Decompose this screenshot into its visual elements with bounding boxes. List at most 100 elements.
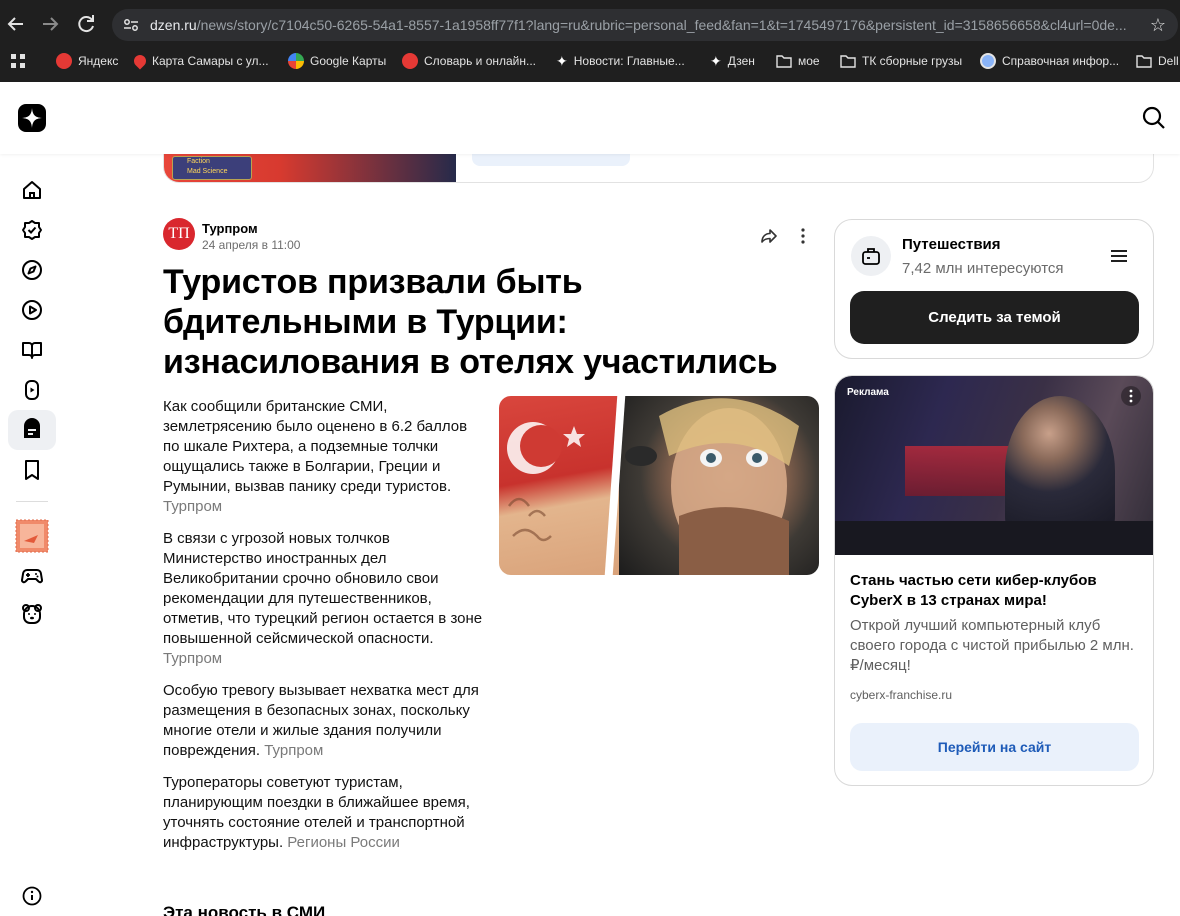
book-icon: [22, 342, 42, 359]
home-icon: [23, 181, 41, 199]
rail-home[interactable]: [8, 170, 56, 210]
frightened-woman-image: [619, 396, 819, 575]
check-badge-icon: [22, 220, 42, 240]
site-settings-icon[interactable]: [122, 16, 140, 34]
article-body: Как сообщили британские СМИ, землетрясен…: [163, 397, 483, 865]
reload-icon: [78, 15, 94, 33]
rail-bookmarks[interactable]: [8, 450, 56, 490]
ad-image-table: [835, 521, 1153, 555]
dzen-star-icon: ✦: [710, 52, 722, 69]
bookmark-dictionary[interactable]: Словарь и онлайн...: [402, 48, 536, 74]
folder-icon: [840, 55, 856, 68]
google-maps-icon: [288, 53, 304, 69]
suitcase-icon: [862, 248, 880, 265]
url-path: /news/story/c7104c50-6265-54a1-8557-1a19…: [196, 17, 1127, 33]
dzen-star-icon: ✦: [556, 52, 568, 69]
yandex-icon: [56, 53, 72, 69]
author-avatar[interactable]: ТП: [163, 218, 195, 250]
share-icon[interactable]: [759, 226, 779, 246]
address-bar[interactable]: dzen.ru/news/story/c7104c50-6265-54a1-85…: [112, 9, 1178, 41]
top-ad-strip[interactable]: Faction Mad Science: [163, 154, 1154, 183]
dzen-logo[interactable]: [18, 104, 46, 132]
map-pin-icon: [131, 52, 149, 70]
bookmark-reference[interactable]: Справочная инфор...: [980, 48, 1119, 74]
search-icon[interactable]: [1140, 104, 1168, 132]
bookmark-dzen[interactable]: ✦ Дзен: [710, 48, 755, 74]
dzen-star-icon: [22, 108, 42, 128]
ad-description: Открой лучший компьютерный клуб своего г…: [850, 617, 1134, 674]
ad-domain[interactable]: cyberx-franchise.ru: [850, 688, 952, 702]
source-link[interactable]: Турпром: [264, 742, 323, 759]
rail-articles[interactable]: [8, 330, 56, 370]
author-name[interactable]: Турпром: [202, 221, 258, 236]
article-image[interactable]: [499, 396, 819, 575]
rail-channel-stamp[interactable]: [8, 516, 56, 556]
rail-news[interactable]: [8, 410, 56, 450]
source-link[interactable]: Регионы России: [287, 834, 400, 851]
arrow-left-icon: [7, 17, 23, 31]
stamp-1945-icon: [15, 519, 49, 553]
news-icon: [24, 418, 40, 438]
reload-button[interactable]: [74, 12, 98, 36]
rail-divider: [16, 501, 48, 502]
gamepad-icon: [21, 569, 43, 584]
bookmarks-bar: Яндекс Карта Самары с ул... Google Карты…: [0, 48, 1180, 74]
topic-name[interactable]: Путешествия: [902, 236, 1001, 253]
paragraph: Особую тревогу вызывает нехватка мест дл…: [163, 682, 479, 759]
more-vertical-icon[interactable]: [1121, 386, 1141, 406]
bookmark-folder-dell[interactable]: Dell: [1136, 48, 1179, 74]
ad-card[interactable]: Реклама Стань частью сети кибер-клубов C…: [834, 375, 1154, 786]
top-ad-image: Faction Mad Science: [164, 154, 456, 182]
forward-button[interactable]: [38, 12, 62, 36]
url-text[interactable]: dzen.ru/news/story/c7104c50-6265-54a1-85…: [150, 17, 1140, 33]
ad-title[interactable]: Стань частью сети кибер-клубов CyberX в …: [850, 571, 1140, 611]
follow-topic-button[interactable]: Следить за темой: [850, 291, 1139, 344]
source-link[interactable]: Турпром: [163, 498, 222, 515]
rail-kids[interactable]: [8, 594, 56, 634]
bookmark-folder-tk[interactable]: ТК сборные грузы: [840, 48, 962, 74]
rail-subscriptions[interactable]: [8, 210, 56, 250]
menu-icon[interactable]: [1109, 246, 1129, 266]
next-section-title: Эта новость в СМИ: [163, 903, 326, 916]
rail-explore[interactable]: [8, 250, 56, 290]
folder-icon: [1136, 55, 1152, 68]
ad-cta-button[interactable]: Перейти на сайт: [850, 723, 1139, 771]
folder-icon: [776, 55, 792, 68]
back-button[interactable]: [4, 12, 28, 36]
top-ad-button[interactable]: [472, 154, 630, 166]
paragraph: Как сообщили британские СМИ, землетрясен…: [163, 398, 468, 515]
more-vertical-icon[interactable]: [793, 226, 813, 246]
play-icon: [22, 300, 42, 320]
topic-followers: 7,42 млн интересуются: [902, 260, 1064, 277]
bookmark-samara-map[interactable]: Карта Самары с ул...: [131, 48, 269, 74]
site-header: [0, 82, 1180, 154]
browser-chrome: dzen.ru/news/story/c7104c50-6265-54a1-85…: [0, 0, 1180, 82]
address-row: dzen.ru/news/story/c7104c50-6265-54a1-85…: [0, 6, 1180, 42]
topic-card: Путешествия 7,42 млн интересуются Следит…: [834, 219, 1154, 359]
bookmark-google-maps[interactable]: Google Карты: [288, 48, 386, 74]
source-link[interactable]: Турпром: [163, 650, 222, 667]
apps-grid-icon[interactable]: [10, 53, 26, 69]
rail-games[interactable]: [8, 555, 56, 595]
bookmark-yandex[interactable]: Яндекс: [56, 48, 118, 74]
paragraph: В связи с угрозой новых толчков Министер…: [163, 530, 483, 667]
globe-icon: [980, 53, 996, 69]
article-title: Туристов призвали быть бдительными в Тур…: [163, 263, 778, 381]
bookmark-folder-moe[interactable]: мое: [776, 48, 820, 74]
bookmark-news[interactable]: ✦ Новости: Главные...: [556, 48, 685, 74]
face-illustration: [625, 398, 799, 575]
bookmark-icon: [25, 460, 39, 480]
publish-date: 24 апреля в 11:00: [202, 238, 301, 252]
bookmark-star-icon[interactable]: ☆: [1150, 15, 1166, 36]
paragraph: Туроператоры советуют туристам, планирую…: [163, 774, 470, 851]
arrow-right-icon: [43, 17, 59, 31]
compass-icon: [22, 260, 42, 280]
url-host: dzen.ru: [150, 17, 197, 33]
left-rail: [0, 154, 64, 916]
faction-badge: Faction Mad Science: [172, 156, 252, 180]
rail-shorts[interactable]: [8, 370, 56, 410]
topic-icon: [851, 236, 891, 276]
info-icon[interactable]: [22, 886, 42, 906]
rail-video[interactable]: [8, 290, 56, 330]
ad-image[interactable]: Реклама: [835, 376, 1153, 555]
